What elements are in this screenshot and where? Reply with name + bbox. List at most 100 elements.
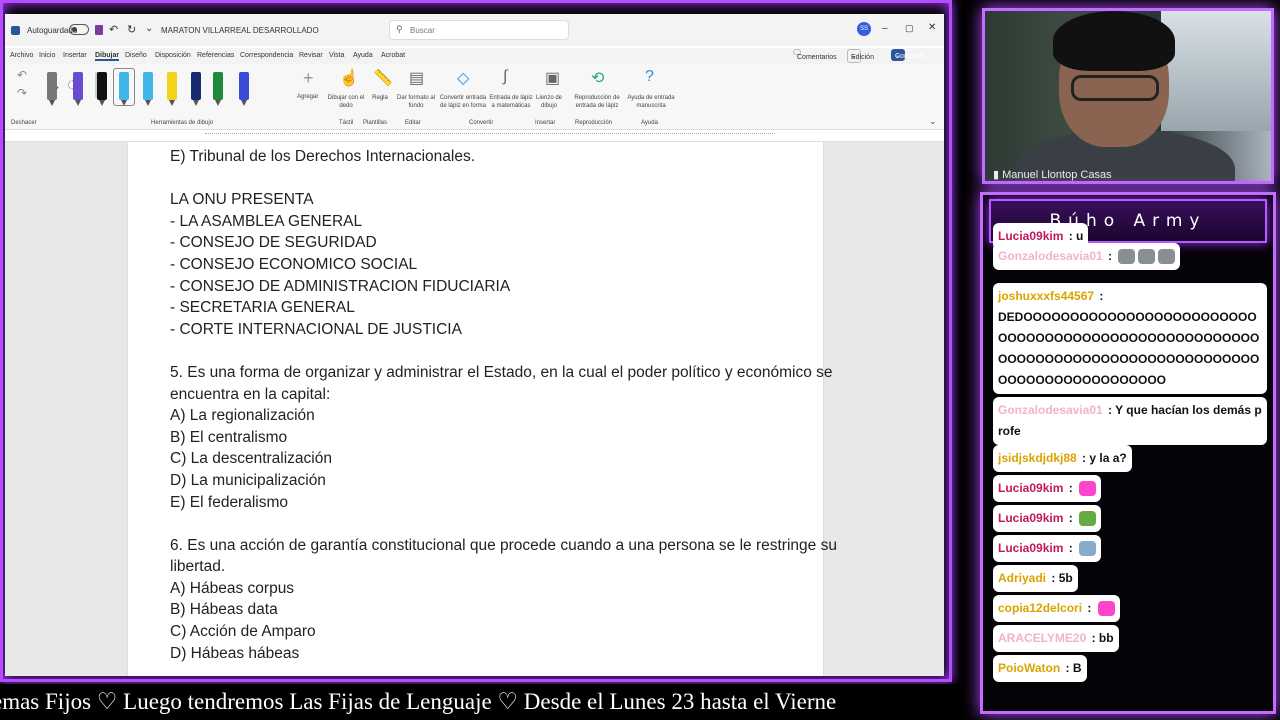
ink-to-math-label[interactable]: Entrada de lápiz a matemáticas: [487, 94, 535, 110]
emote-icon: [1118, 249, 1136, 265]
chat-username[interactable]: jsidjskdjdkj88: [998, 451, 1077, 465]
doc-line: 5. Es una forma de organizar y administr…: [170, 363, 833, 381]
tab-correspondencia[interactable]: Correspondencia: [240, 52, 293, 59]
chat-message: joshuxxxfs44567 : DEDOOOOOOOOOOOOOOOOOOO…: [993, 283, 1267, 394]
document-title[interactable]: MARATON VILLARREAL DESARROLLADO: [161, 26, 319, 35]
tab-insertar[interactable]: Insertar: [63, 52, 87, 59]
pen-6-icon[interactable]: [167, 72, 177, 106]
stream-layout: Autoguardado ↶ ↻ ⌄ MARATON VILLARREAL DE…: [0, 0, 1280, 720]
tab-vista[interactable]: Vista: [329, 52, 344, 59]
format-background-icon[interactable]: ▤: [409, 68, 424, 88]
chat-username[interactable]: ARACELYME20: [998, 631, 1086, 645]
ink-help-icon[interactable]: ?: [645, 68, 654, 86]
pen-7-icon[interactable]: [191, 72, 201, 106]
doc-line: A) Hábeas corpus: [170, 579, 295, 597]
add-pen-icon[interactable]: +: [303, 68, 314, 89]
tab-acrobat[interactable]: Acrobat: [381, 52, 405, 59]
plantillas-group-label: Plantillas: [363, 120, 388, 126]
chat-username[interactable]: Lucia09kim: [998, 229, 1063, 243]
chat-username[interactable]: PoioWaton: [998, 661, 1060, 675]
emote-icon: [1158, 249, 1176, 265]
ink-to-math-icon[interactable]: ∫: [503, 68, 507, 86]
avatar[interactable]: SS: [857, 22, 871, 36]
pen-9-icon[interactable]: [239, 72, 249, 106]
pen-3-icon[interactable]: [97, 72, 107, 106]
ink-replay-icon[interactable]: ⟲: [591, 68, 604, 88]
share-button[interactable]: Compartir ⌄: [891, 49, 926, 61]
tab-diseno[interactable]: Diseño: [125, 52, 147, 59]
tab-archivo[interactable]: Archivo: [10, 52, 33, 59]
redo-ribbon-icon[interactable]: ↷: [17, 86, 27, 100]
insertar-group-label: Insertar: [535, 120, 556, 126]
doc-line: [170, 340, 810, 362]
autosave-toggle[interactable]: [69, 24, 89, 35]
chat-message: PoioWaton : B: [993, 655, 1087, 682]
webcam-frame: ▮ Manuel Llontop Casas: [982, 8, 1274, 184]
doc-line: [170, 168, 810, 190]
tab-dibujar[interactable]: Dibujar: [95, 52, 120, 61]
emote-icon: [1079, 541, 1097, 557]
signal-icon: ▮: [993, 169, 1003, 181]
tab-inicio[interactable]: Inicio: [39, 52, 55, 59]
document-page[interactable]: E) Tribunal de los Derechos Internaciona…: [127, 142, 837, 676]
chat-message: ARACELYME20 : bb: [993, 625, 1119, 652]
doc-line: E) Tribunal de los Derechos Internaciona…: [170, 148, 475, 165]
chat-username[interactable]: Adriyadi: [998, 571, 1046, 585]
chat-message: Gonzalodesavia01 :: [993, 243, 1181, 270]
chat-message: Lucia09kim :: [993, 475, 1102, 502]
chat-username[interactable]: Lucia09kim: [998, 481, 1063, 495]
search-box[interactable]: ⚲ Buscar: [389, 20, 569, 40]
draw-ribbon: ↶ ↷ Deshacer ⬉ ◌ + Agregar Herramientas …: [5, 64, 944, 130]
doc-line: E) El federalismo: [170, 493, 289, 511]
ink-replay-label[interactable]: Reproducción de entrada de lápiz: [571, 94, 623, 110]
customize-icon[interactable]: ⌄: [145, 23, 153, 34]
pen-1-icon[interactable]: [47, 72, 57, 106]
chat-username[interactable]: copia12delcori: [998, 601, 1082, 615]
tab-ayuda[interactable]: Ayuda: [353, 52, 373, 59]
document-text[interactable]: E) Tribunal de los Derechos Internaciona…: [170, 146, 837, 664]
drawing-canvas-icon[interactable]: ▣: [545, 68, 560, 88]
pen-4-icon[interactable]: [119, 72, 129, 106]
redo-icon[interactable]: ↻: [127, 23, 136, 36]
ribbon-tabs: Archivo Inicio Insertar Dibujar Diseño D…: [5, 48, 944, 64]
maximize-icon[interactable]: ▢: [905, 23, 914, 34]
doc-line: libertad.: [170, 558, 226, 576]
chat-username[interactable]: Gonzalodesavia01: [998, 249, 1103, 263]
presenter-name: ▮ Manuel Llontop Casas: [993, 169, 1112, 181]
draw-finger-icon[interactable]: ☝: [339, 68, 359, 88]
chat-username[interactable]: Lucia09kim: [998, 541, 1063, 555]
doc-line: encuentra en la capital:: [170, 385, 331, 403]
ruler-icon[interactable]: 📏: [373, 68, 393, 88]
doc-line: - CORTE INTERNACIONAL DE JUSTICIA: [170, 320, 462, 338]
collapse-ribbon-icon[interactable]: ⌄: [929, 116, 937, 127]
chat-username[interactable]: Gonzalodesavia01: [998, 403, 1103, 417]
minimize-icon[interactable]: –: [882, 23, 888, 34]
undo-icon[interactable]: ↶: [109, 23, 118, 36]
doc-line: A) La regionalización: [170, 407, 315, 425]
tab-referencias[interactable]: Referencias: [197, 52, 234, 59]
pen-8-icon[interactable]: [213, 72, 223, 106]
ink-to-shape-label[interactable]: Convertir entrada de lápiz en forma: [437, 94, 489, 110]
save-icon[interactable]: [95, 25, 103, 35]
pen-2-icon[interactable]: [73, 72, 83, 106]
undo-group-label: Deshacer: [11, 120, 37, 126]
chat-username[interactable]: joshuxxxfs44567: [998, 289, 1094, 303]
close-icon[interactable]: ✕: [928, 22, 936, 33]
chat-username[interactable]: Lucia09kim: [998, 511, 1063, 525]
doc-line: 6. Es una acción de garantía constitucio…: [170, 536, 837, 554]
pen-5-icon[interactable]: [143, 72, 153, 106]
undo-ribbon-icon[interactable]: ↶: [17, 68, 27, 82]
editing-mode-button[interactable]: Edición ⌄: [847, 49, 874, 63]
drawing-canvas-label[interactable]: Lienzo de dibujo: [529, 94, 569, 110]
format-background-label[interactable]: Dar formato al fondo: [393, 94, 439, 110]
comments-button[interactable]: Comentarios: [793, 49, 837, 61]
tab-revisar[interactable]: Revisar: [299, 52, 323, 59]
chat-message: Lucia09kim :: [993, 535, 1102, 562]
ink-to-shape-icon[interactable]: ◇: [457, 68, 469, 88]
search-input[interactable]: Buscar: [410, 26, 435, 35]
chat-message: jsidjskdjdkj88 : y la a?: [993, 445, 1132, 472]
add-pen-label: Agregar: [297, 94, 319, 100]
tab-disposicion[interactable]: Disposición: [155, 52, 191, 59]
ink-help-label[interactable]: Ayuda de entrada manuscrita: [625, 94, 677, 110]
emote-icon: [1079, 481, 1097, 497]
